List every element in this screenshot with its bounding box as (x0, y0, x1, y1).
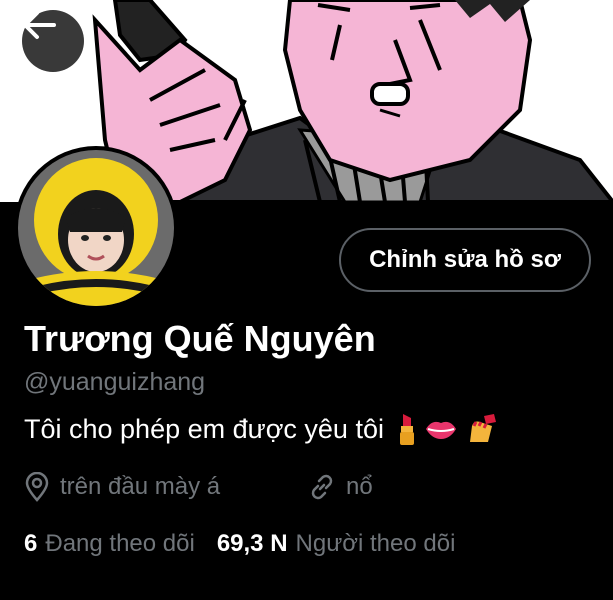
profile-location: trên đầu mày á (24, 472, 220, 502)
edit-profile-button[interactable]: Chỉnh sửa hồ sơ (339, 228, 591, 292)
following-count: 6 (24, 530, 38, 557)
bio-emojis (396, 412, 498, 446)
location-pin-icon (25, 472, 49, 502)
bio-text: Tôi cho phép em được yêu tôi (24, 413, 384, 444)
followers-label: Người theo dõi (295, 530, 456, 557)
link-text: nổ (346, 473, 373, 500)
profile-name: Trương Quế Nguyên (24, 318, 376, 359)
profile-bio: Tôi cho phép em được yêu tôi (24, 412, 498, 446)
profile-link[interactable]: nổ (308, 473, 373, 501)
lipstick-icon (399, 414, 414, 445)
follow-stats: 6 Đang theo dõi 69,3 N Người theo dõi (24, 530, 455, 558)
back-button[interactable] (22, 10, 84, 72)
arrow-left-icon (23, 11, 56, 39)
followers-count: 69,3 N (216, 530, 288, 557)
profile-handle: @yuanguizhang (24, 368, 206, 396)
lips-icon (425, 421, 456, 439)
following-label: Đang theo dõi (45, 530, 195, 557)
location-text: trên đầu mày á (60, 473, 221, 500)
avatar-image (18, 150, 174, 306)
nail-polish-icon (469, 414, 496, 442)
link-icon (311, 474, 333, 500)
profile-meta: trên đầu mày á nổ (24, 472, 373, 502)
avatar[interactable] (18, 150, 174, 306)
followers-stat[interactable]: 69,3 N Người theo dõi (217, 530, 456, 558)
following-stat[interactable]: 6 Đang theo dõi (24, 530, 195, 558)
